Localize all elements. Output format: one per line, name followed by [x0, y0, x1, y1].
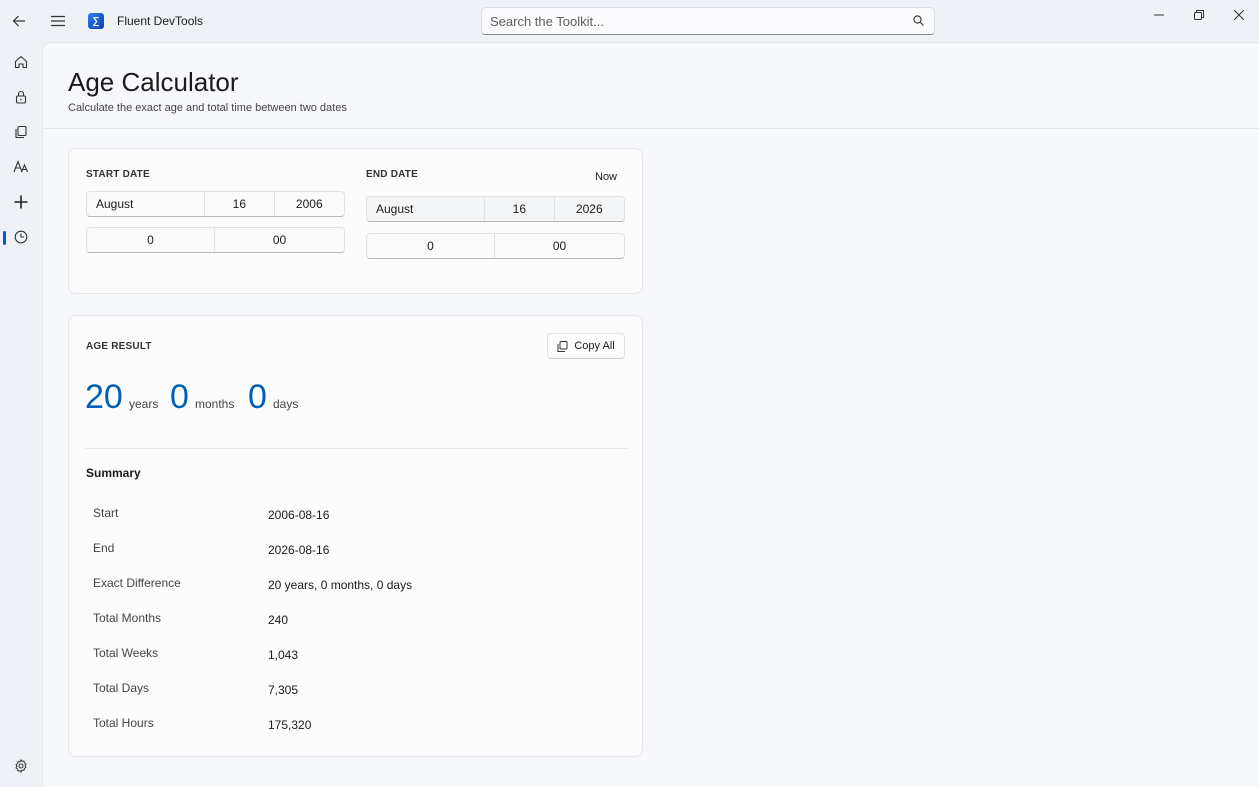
- start-day-field[interactable]: 16: [205, 192, 275, 216]
- summary-value-start: 2006-08-16: [268, 508, 330, 522]
- copy-all-label: Copy All: [574, 340, 615, 352]
- summary-label-total-hours: Total Hours: [93, 716, 154, 730]
- end-hour-field[interactable]: 0: [367, 234, 495, 258]
- search-input[interactable]: [490, 12, 890, 30]
- summary-label-total-months: Total Months: [93, 611, 162, 625]
- text-icon: [13, 160, 29, 173]
- summary-value-end: 2026-08-16: [268, 543, 330, 557]
- home-icon: [14, 55, 28, 69]
- months-unit: months: [195, 397, 235, 411]
- date-input-card: START DATE August 16 2006 0 00 END DATE …: [68, 148, 643, 294]
- start-time-picker[interactable]: 0 00: [86, 227, 345, 253]
- start-month-field[interactable]: August: [87, 192, 206, 216]
- page-subtitle: Calculate the exact age and total time b…: [68, 102, 347, 114]
- summary-value-total-months: 240: [268, 613, 289, 627]
- sidebar-item-home[interactable]: [5, 47, 37, 77]
- restore-button[interactable]: [1179, 0, 1219, 30]
- page-title: Age Calculator: [68, 67, 239, 97]
- sidebar-item-security[interactable]: [5, 82, 37, 112]
- start-date-label: START DATE: [86, 169, 150, 180]
- end-month-field[interactable]: August: [367, 197, 486, 221]
- title-bar: ∑ Fluent DevTools: [0, 0, 1259, 42]
- summary-value-exact-difference: 20 years, 0 months, 0 days: [268, 578, 413, 592]
- months-value: 0: [170, 378, 189, 416]
- start-date-picker[interactable]: August 16 2006: [86, 191, 345, 217]
- sidebar-item-copy[interactable]: [5, 117, 37, 147]
- summary-label-start: Start: [93, 506, 119, 520]
- app-title: Fluent DevTools: [117, 14, 204, 28]
- copy-icon: [15, 125, 27, 139]
- age-result-card: AGE RESULT Copy All 20 years 0 months 0 …: [68, 315, 643, 757]
- start-minute-field[interactable]: 00: [215, 228, 344, 252]
- sidebar-item-age-calculator[interactable]: [5, 222, 37, 252]
- end-day-field[interactable]: 16: [485, 197, 555, 221]
- minimize-button[interactable]: [1139, 0, 1179, 30]
- end-date-label: END DATE: [366, 169, 418, 180]
- plus-icon: [14, 195, 28, 209]
- years-value: 20: [85, 378, 123, 416]
- settings-icon: [15, 759, 27, 773]
- summary-value-total-weeks: 1,043: [268, 648, 299, 662]
- end-minute-field[interactable]: 00: [495, 234, 624, 258]
- now-button[interactable]: Now: [595, 171, 617, 183]
- hamburger-icon: [51, 15, 65, 27]
- arrow-left-icon: [12, 15, 25, 27]
- end-year-field[interactable]: 2026: [555, 197, 624, 221]
- start-hour-field[interactable]: 0: [87, 228, 215, 252]
- summary-label-total-weeks: Total Weeks: [93, 646, 159, 660]
- summary-value-total-hours: 175,320: [268, 718, 312, 732]
- app-logo-icon: ∑: [88, 13, 104, 29]
- divider: [85, 448, 628, 449]
- sidebar: [0, 42, 42, 787]
- years-unit: years: [129, 397, 159, 411]
- summary-label-exact-difference: Exact Difference: [93, 576, 181, 590]
- minimize-icon: [1154, 14, 1164, 16]
- sidebar-item-add[interactable]: [5, 187, 37, 217]
- summary-title: Summary: [86, 466, 141, 480]
- main-content: Age Calculator Calculate the exact age a…: [42, 42, 1259, 787]
- search-box[interactable]: [481, 7, 935, 35]
- sidebar-item-settings[interactable]: [5, 751, 37, 781]
- copy-icon: [557, 340, 568, 352]
- back-button[interactable]: [4, 6, 34, 36]
- copy-all-button[interactable]: Copy All: [547, 333, 625, 359]
- summary-value-total-days: 7,305: [268, 683, 299, 697]
- end-time-picker[interactable]: 0 00: [366, 233, 625, 259]
- page-header: Age Calculator Calculate the exact age a…: [43, 43, 1259, 129]
- close-button[interactable]: [1219, 0, 1259, 30]
- menu-button[interactable]: [43, 6, 73, 36]
- search-icon[interactable]: [913, 15, 924, 26]
- start-year-field[interactable]: 2006: [275, 192, 344, 216]
- summary-label-total-days: Total Days: [93, 681, 150, 695]
- lock-icon: [15, 90, 27, 104]
- restore-icon: [1194, 10, 1204, 20]
- days-value: 0: [248, 378, 267, 416]
- summary-label-end: End: [93, 541, 115, 555]
- clock-icon: [14, 230, 28, 244]
- days-unit: days: [273, 397, 299, 411]
- close-icon: [1234, 10, 1244, 20]
- age-result-label: AGE RESULT: [86, 341, 152, 352]
- sidebar-item-text[interactable]: [5, 152, 37, 182]
- end-date-picker[interactable]: August 16 2026: [366, 196, 625, 222]
